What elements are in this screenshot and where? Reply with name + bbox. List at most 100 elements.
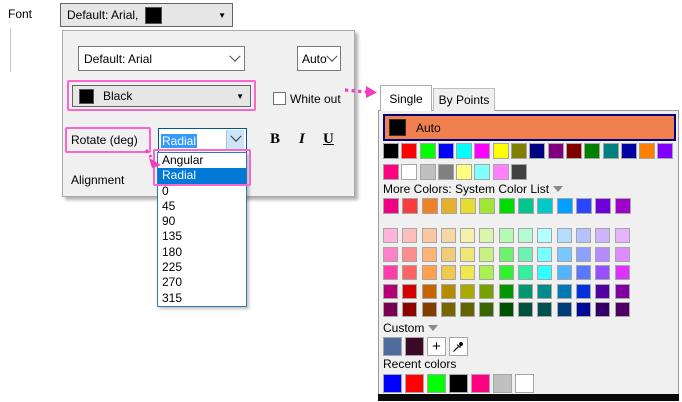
color-swatch[interactable] [440, 228, 456, 243]
bold-button[interactable]: B [270, 131, 280, 148]
color-swatch[interactable] [419, 143, 436, 159]
color-swatch[interactable] [479, 228, 495, 243]
color-swatch[interactable] [402, 198, 419, 214]
color-swatch[interactable] [556, 265, 572, 281]
color-swatch[interactable] [440, 198, 457, 214]
underline-button[interactable]: U [323, 131, 334, 148]
color-swatch[interactable] [460, 302, 476, 318]
color-swatch[interactable] [437, 143, 454, 159]
color-swatch[interactable] [383, 164, 399, 180]
color-swatch[interactable] [595, 198, 612, 214]
color-swatch[interactable] [456, 143, 473, 159]
color-swatch[interactable] [460, 246, 476, 262]
rotate-option-180[interactable]: 180 [158, 244, 246, 261]
color-swatch[interactable] [575, 302, 591, 318]
rotate-option-315[interactable]: 315 [158, 290, 246, 306]
color-swatch[interactable] [401, 164, 418, 180]
color-swatch[interactable] [405, 337, 424, 356]
color-swatch[interactable] [402, 265, 418, 281]
color-swatch[interactable] [421, 302, 437, 318]
color-swatch[interactable] [575, 198, 592, 214]
color-swatch[interactable] [421, 228, 437, 243]
color-swatch[interactable] [460, 265, 476, 281]
color-swatch[interactable] [575, 246, 591, 262]
color-swatch[interactable] [537, 198, 554, 214]
white-out-checkbox[interactable] [273, 92, 286, 105]
color-swatch[interactable] [421, 246, 437, 262]
color-swatch[interactable] [479, 198, 496, 214]
color-swatch[interactable] [537, 246, 553, 262]
color-swatch[interactable] [556, 228, 572, 243]
color-swatch[interactable] [498, 302, 514, 318]
color-swatch[interactable] [474, 164, 491, 180]
color-swatch[interactable] [427, 374, 446, 393]
color-swatch[interactable] [575, 283, 591, 299]
color-swatch[interactable] [595, 265, 611, 281]
color-swatch[interactable] [440, 302, 456, 318]
color-swatch[interactable] [460, 283, 476, 299]
rotate-option-90[interactable]: 90 [158, 214, 246, 230]
color-swatch[interactable] [402, 302, 418, 318]
color-swatch[interactable] [515, 374, 534, 393]
color-swatch[interactable] [595, 246, 611, 262]
color-swatch[interactable] [556, 283, 572, 299]
color-swatch[interactable] [537, 228, 553, 243]
color-swatch[interactable] [511, 164, 528, 180]
color-swatch[interactable] [460, 198, 477, 214]
color-swatch[interactable] [419, 164, 436, 180]
color-swatch[interactable] [537, 302, 553, 318]
color-swatch[interactable] [492, 143, 509, 159]
color-swatch[interactable] [383, 246, 398, 262]
color-swatch[interactable] [440, 246, 456, 262]
more-colors-header[interactable]: More Colors: System Color List [383, 182, 564, 196]
color-swatch[interactable] [402, 246, 418, 262]
color-swatch[interactable] [401, 143, 418, 159]
color-swatch[interactable] [492, 164, 509, 180]
color-swatch[interactable] [565, 143, 582, 159]
color-swatch[interactable] [498, 283, 514, 299]
color-swatch[interactable] [518, 246, 534, 262]
color-swatch[interactable] [657, 143, 674, 159]
color-swatch[interactable] [614, 302, 630, 318]
color-swatch[interactable] [518, 302, 534, 318]
color-swatch[interactable] [614, 246, 630, 262]
rotate-option-225[interactable]: 225 [158, 260, 246, 276]
color-swatch[interactable] [498, 265, 514, 281]
color-swatch[interactable] [440, 283, 456, 299]
color-swatch[interactable] [556, 302, 572, 318]
color-swatch[interactable] [479, 302, 495, 318]
font-family-combobox[interactable]: Default: Arial [78, 46, 245, 71]
color-swatch[interactable] [614, 283, 630, 299]
tab-single[interactable]: Single [380, 85, 432, 111]
color-swatch[interactable] [518, 265, 534, 281]
add-custom-color-button[interactable]: + [427, 337, 446, 356]
color-swatch[interactable] [511, 143, 528, 159]
color-swatch[interactable] [479, 265, 495, 281]
color-swatch[interactable] [620, 143, 637, 159]
color-swatch[interactable] [383, 302, 398, 318]
color-swatch[interactable] [614, 228, 630, 243]
color-swatch[interactable] [518, 228, 534, 243]
color-swatch[interactable] [614, 265, 630, 281]
color-swatch[interactable] [498, 246, 514, 262]
color-swatch[interactable] [383, 283, 398, 299]
color-swatch[interactable] [421, 283, 437, 299]
italic-button[interactable]: I [299, 131, 305, 148]
color-swatch[interactable] [575, 265, 591, 281]
color-swatch[interactable] [383, 374, 402, 393]
font-size-combobox[interactable]: Auto [297, 46, 341, 71]
color-swatch[interactable] [595, 283, 611, 299]
color-swatch[interactable] [498, 198, 515, 214]
color-swatch[interactable] [556, 246, 572, 262]
color-swatch[interactable] [537, 283, 553, 299]
color-swatch[interactable] [479, 246, 495, 262]
color-swatch[interactable] [518, 198, 535, 214]
color-swatch[interactable] [602, 143, 619, 159]
font-summary-dropdown[interactable]: Default: Arial, ▼ [60, 3, 233, 27]
eyedropper-button[interactable] [449, 337, 468, 356]
color-swatch[interactable] [614, 198, 631, 214]
color-swatch[interactable] [383, 265, 398, 281]
color-swatch[interactable] [460, 228, 476, 243]
font-color-dropdown[interactable]: Black ▼ [72, 85, 251, 107]
rotate-option-270[interactable]: 270 [158, 275, 246, 291]
